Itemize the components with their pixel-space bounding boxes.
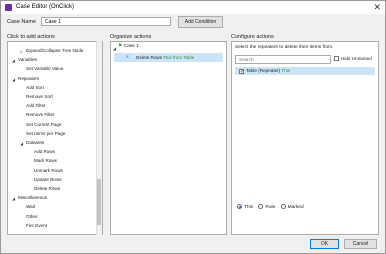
tree-expander-icon[interactable]: ▷: [20, 49, 23, 54]
tree-item[interactable]: Delete Rows: [34, 186, 60, 191]
tree-item[interactable]: Set Items per Page: [26, 131, 65, 136]
middle-pane-label: Organize actions: [110, 34, 152, 40]
search-input[interactable]: [235, 55, 331, 64]
radio-rule-dot[interactable]: [258, 204, 264, 209]
organize-actions-pane: [110, 41, 227, 235]
tree-item[interactable]: Miscellaneous: [18, 195, 47, 200]
repeater-suffix: This: [281, 68, 291, 73]
tree-item[interactable]: Add Rows: [34, 149, 55, 154]
window-title: Case Editor (OnClick): [16, 4, 75, 10]
radio-this[interactable]: This: [237, 204, 254, 210]
radio-marked-dot[interactable]: [280, 204, 286, 209]
tree-item[interactable]: Datasets: [26, 140, 44, 145]
instruction-text: Select the repeaters to delete their ite…: [235, 45, 334, 50]
action-item-delete-rows[interactable]: ⚡ Delete Rows This from Table: [114, 53, 223, 62]
case-expander-icon[interactable]: ◢: [113, 46, 116, 51]
tree-item[interactable]: Other: [26, 214, 38, 219]
case-label: Case 1: [123, 44, 139, 49]
ok-button[interactable]: OK: [310, 239, 339, 249]
radio-rule-label: Rule: [265, 205, 276, 210]
radio-rule[interactable]: Rule: [258, 204, 276, 210]
close-icon[interactable]: ✕: [373, 2, 381, 12]
radio-this-dot[interactable]: [237, 204, 242, 209]
actions-scroll-thumb[interactable]: [97, 179, 101, 225]
left-pane-label: Click to add actions: [7, 34, 55, 40]
title-bar: Case Editor (OnClick) ✕: [1, 1, 385, 14]
tree-item[interactable]: Remove Filter: [26, 112, 55, 117]
tree-item[interactable]: Add Filter: [26, 103, 46, 108]
axure-app-icon: [5, 4, 12, 11]
actions-tree: ▷ Expand/Collapse Tree Node ◢ Variables Set …: [7, 41, 103, 235]
repeater-checkbox[interactable]: [239, 69, 244, 74]
hide-unnamed-checkbox[interactable]: Hide Unnamed: [334, 56, 372, 61]
tree-expander-icon[interactable]: ◢: [12, 58, 15, 63]
tree-item[interactable]: Add Sort: [26, 85, 44, 90]
tree-expander-icon[interactable]: ◢: [12, 77, 15, 82]
tree-item[interactable]: Update Rows: [34, 177, 62, 182]
case-name-label: Case Name: [7, 19, 37, 25]
hide-unnamed-box[interactable]: [334, 56, 339, 61]
tree-item[interactable]: Unmark Rows: [34, 168, 63, 173]
case-item[interactable]: ⚑ Case 1: [118, 44, 139, 49]
tree-item[interactable]: Variables: [18, 57, 37, 62]
cancel-button[interactable]: Cancel: [344, 239, 377, 249]
add-condition-button[interactable]: Add Condition: [178, 16, 223, 28]
right-pane-label: Configure actions: [231, 34, 274, 40]
case-flag-icon: ⚑: [118, 44, 123, 49]
action-target: This from Table: [163, 55, 195, 60]
radio-marked[interactable]: Marked: [280, 204, 304, 210]
radio-this-label: This: [244, 205, 254, 210]
tree-item[interactable]: Fire Event: [26, 223, 47, 228]
tree-expander-icon[interactable]: ◢: [20, 141, 23, 146]
tree-item[interactable]: Expand/Collapse Tree Node: [26, 48, 83, 53]
action-label: Delete Rows: [136, 55, 163, 60]
action-icon: ⚡: [126, 54, 130, 59]
tree-expander-icon[interactable]: ◢: [12, 196, 15, 201]
tree-item[interactable]: Remove Sort: [26, 94, 53, 99]
repeater-row[interactable]: Table (Repeater) This: [235, 67, 375, 75]
radio-marked-label: Marked: [287, 205, 304, 210]
tree-item[interactable]: Repeaters: [18, 76, 39, 81]
case-editor-dialog: Case Editor (OnClick) ✕ Case Name Add Co…: [0, 0, 386, 254]
tree-item[interactable]: Mark Rows: [34, 158, 57, 163]
case-name-input[interactable]: [41, 17, 171, 26]
tree-item[interactable]: Set Variable Value: [26, 66, 63, 71]
tree-item[interactable]: Set Current Page: [26, 122, 62, 127]
tree-item[interactable]: Wait: [26, 204, 35, 209]
repeater-label: Table (Repeater): [246, 68, 281, 73]
row-selection-radios: This Rule Marked: [237, 204, 304, 210]
hide-unnamed-label: Hide Unnamed: [341, 56, 372, 61]
